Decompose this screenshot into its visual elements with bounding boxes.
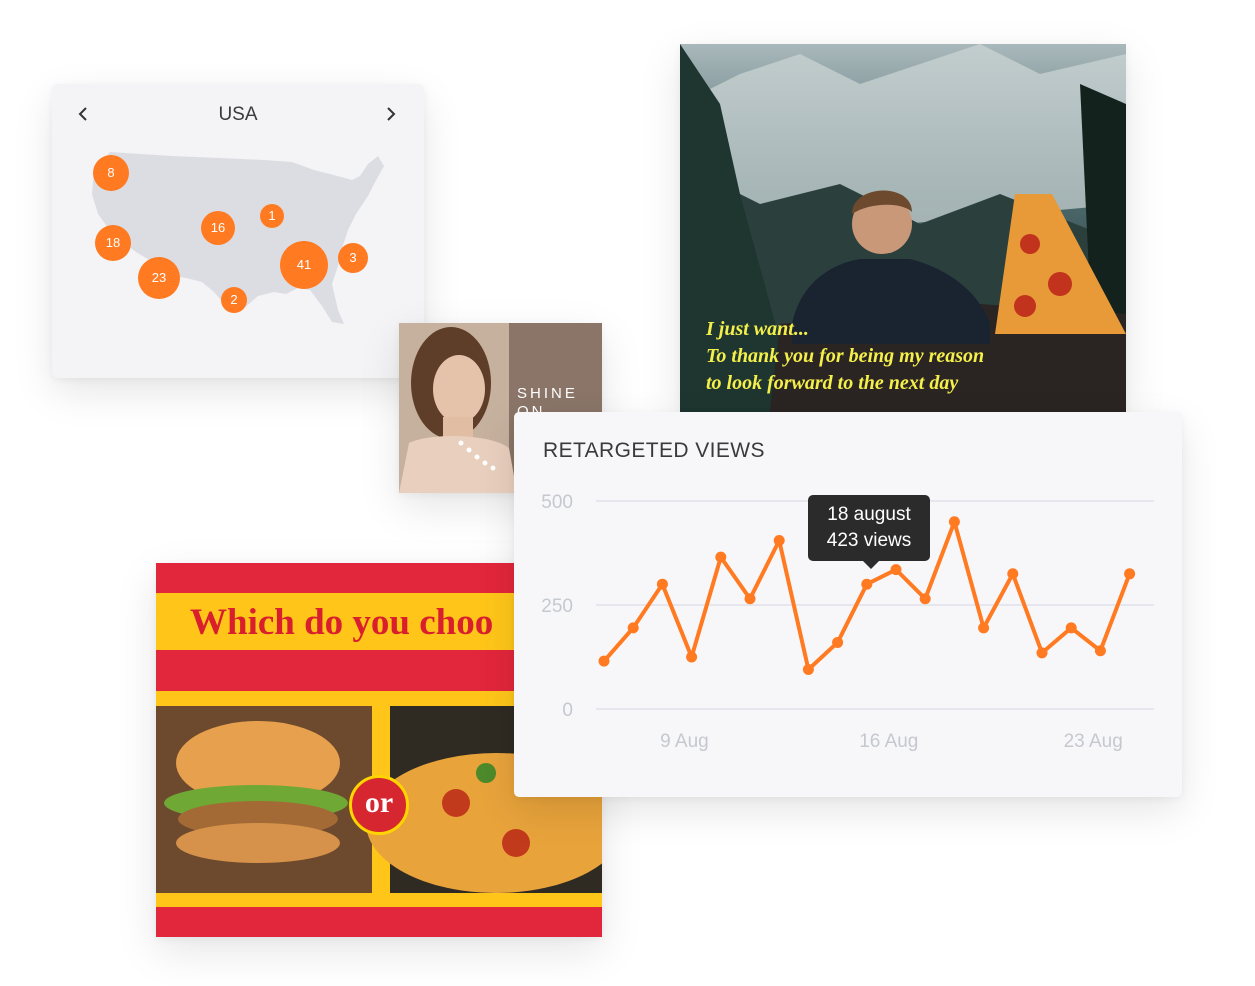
data-point (948, 516, 960, 528)
chart-tooltip: 18 august 423 views (808, 495, 930, 569)
data-point (1036, 647, 1048, 659)
data-point (832, 636, 844, 648)
cluster-marker[interactable]: 3 (338, 243, 368, 273)
cluster-marker[interactable]: 8 (93, 155, 129, 191)
cluster-marker[interactable]: 16 (201, 211, 235, 245)
data-point (1094, 645, 1106, 657)
y-tick-label: 250 (541, 596, 573, 617)
data-point (686, 651, 698, 663)
retargeted-views-card: RETARGETED VIEWS 0 250 500 9 Aug 16 Aug 23 Au… (514, 412, 1182, 797)
data-point (627, 622, 639, 634)
usa-map-card: USA 8 1 16 18 23 41 3 2 (52, 84, 424, 378)
data-point (773, 535, 785, 547)
data-point (861, 578, 873, 590)
x-tick-label: 23 Aug (1064, 731, 1123, 752)
cluster-marker[interactable]: 2 (221, 287, 247, 313)
x-tick-label: 9 Aug (660, 731, 709, 752)
data-point (715, 551, 727, 563)
y-tick-label: 0 (562, 700, 573, 721)
data-point (656, 578, 668, 590)
cluster-marker[interactable]: 18 (95, 225, 131, 261)
data-point (890, 564, 902, 576)
data-point (1065, 622, 1077, 634)
data-point (598, 655, 610, 667)
x-tick-label: 16 Aug (859, 731, 918, 752)
cluster-marker[interactable]: 41 (280, 241, 328, 289)
data-point (978, 622, 990, 634)
cluster-marker[interactable]: 1 (260, 204, 284, 228)
mountain-quote-ad: I just want... To thank you for being my… (680, 44, 1126, 412)
tooltip-value: 423 views (826, 530, 912, 551)
data-point (1007, 568, 1019, 580)
data-point (744, 593, 756, 605)
cluster-marker[interactable]: 23 (138, 257, 180, 299)
data-point (1124, 568, 1136, 580)
food-ad-headline: Which do you choo (190, 602, 494, 643)
tooltip-date: 18 august (827, 504, 911, 525)
y-tick-label: 500 (541, 492, 573, 513)
data-point (919, 593, 931, 605)
data-point (802, 663, 814, 675)
retargeted-views-chart: 0 250 500 9 Aug 16 Aug 23 Aug (541, 492, 1154, 752)
quote-text: I just want... To thank you for being my… (706, 318, 985, 394)
or-badge: or (349, 775, 409, 835)
